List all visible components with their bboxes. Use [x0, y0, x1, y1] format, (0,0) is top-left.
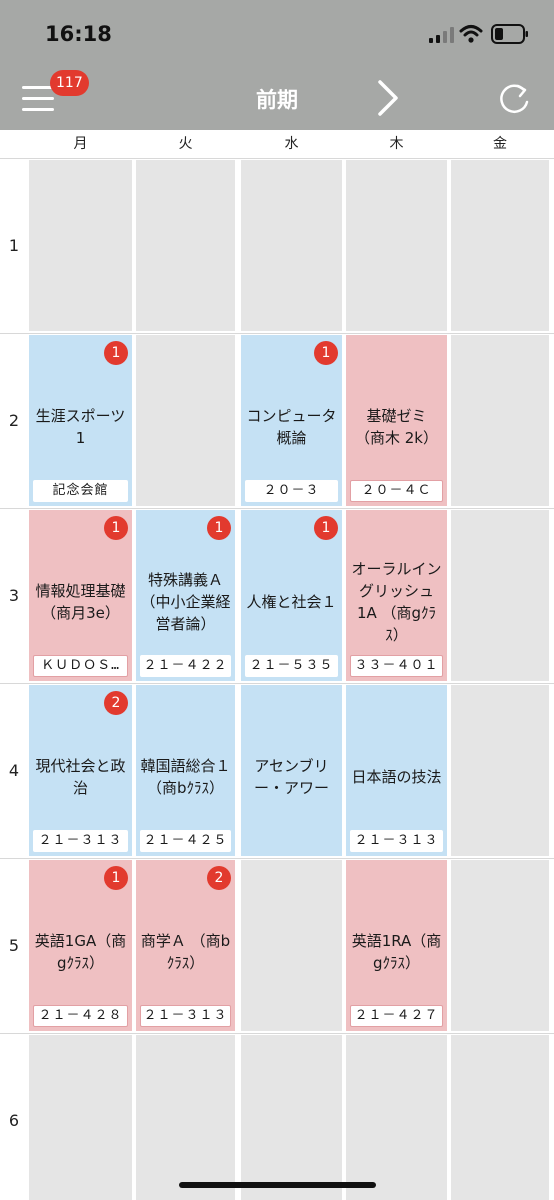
empty-slot[interactable] [136, 1035, 235, 1200]
empty-slot[interactable] [241, 1035, 342, 1200]
empty-slot[interactable] [346, 1035, 447, 1200]
period-label-4: 4 [8, 760, 20, 780]
room-label: ２１－４２２ [140, 655, 231, 677]
empty-slot[interactable] [451, 685, 549, 856]
class-cell[interactable]: コンピュータ概論 ２０－３ 1 [241, 335, 342, 506]
class-name: オーラルイングリッシュ1A （商gｸﾗｽ） [351, 560, 442, 644]
class-cell[interactable]: アセンブリー・アワー [241, 685, 342, 856]
room-label: ２０－３ [245, 480, 338, 502]
empty-slot[interactable] [241, 860, 342, 1031]
period-label-5: 5 [8, 935, 20, 955]
empty-slot[interactable] [346, 160, 447, 331]
room-label: ２１－４２５ [140, 830, 231, 852]
class-name: 情報処理基礎（商月3e） [35, 582, 126, 622]
room-label: ２１－３１３ [33, 830, 128, 852]
day-header-1: 火 [178, 136, 193, 152]
grid-divider [0, 158, 554, 159]
empty-slot[interactable] [136, 335, 235, 506]
empty-slot[interactable] [451, 1035, 549, 1200]
grid-divider [0, 683, 554, 684]
grid-divider [0, 1033, 554, 1034]
hamburger-menu-icon [22, 86, 54, 89]
class-name: 基礎ゼミ （商木 2k） [355, 407, 438, 447]
period-label-2: 2 [8, 410, 20, 430]
battery-icon [491, 24, 528, 44]
notification-count-badge: 2 [104, 691, 128, 715]
class-name: 生涯スポーツ1 [35, 407, 126, 447]
wifi-icon [459, 25, 483, 43]
page-title: 前期 [256, 88, 298, 112]
empty-slot[interactable] [451, 335, 549, 506]
top-bar: 16:18 117 前期 [0, 0, 554, 130]
chevron-right-icon[interactable] [372, 78, 404, 118]
class-cell[interactable]: 人権と社会１ ２１－５３５ 1 [241, 510, 342, 681]
class-cell[interactable]: 情報処理基礎（商月3e） ＫＵＤＯＳ… 1 [29, 510, 132, 681]
day-header-0: 月 [73, 136, 88, 152]
class-name: 英語1RA（商gｸﾗｽ） [351, 932, 442, 972]
class-cell[interactable]: 韓国語総合１（商bｸﾗｽ） ２１－４２５ [136, 685, 235, 856]
empty-slot[interactable] [29, 1035, 132, 1200]
notification-count-badge: 1 [314, 341, 338, 365]
notification-count-badge: 1 [104, 516, 128, 540]
empty-slot[interactable] [451, 860, 549, 1031]
class-cell[interactable]: オーラルイングリッシュ1A （商gｸﾗｽ） ３３－４０１ [346, 510, 447, 681]
class-cell[interactable]: 日本語の技法 ２１－３１３ [346, 685, 447, 856]
notification-count-badge: 1 [104, 866, 128, 890]
class-cell[interactable]: 商学Ａ （商bｸﾗｽ） ２１－３１３ 2 [136, 860, 235, 1031]
room-label: ２１－３１３ [350, 830, 443, 852]
room-label: ３３－４０１ [350, 655, 443, 677]
empty-slot[interactable] [241, 160, 342, 331]
room-label: ２１－４２７ [350, 1005, 443, 1027]
empty-slot[interactable] [29, 160, 132, 331]
empty-slot[interactable] [451, 510, 549, 681]
class-name: コンピュータ概論 [246, 407, 337, 447]
class-cell[interactable]: 基礎ゼミ （商木 2k） ２０－４Ｃ [346, 335, 447, 506]
class-cell[interactable]: 特殊講義Ａ （中小企業経営者論） ２１－４２２ 1 [136, 510, 235, 681]
class-name: 日本語の技法 [351, 768, 442, 786]
period-label-3: 3 [8, 585, 20, 605]
class-cell[interactable]: 英語1RA（商gｸﾗｽ） ２１－４２７ [346, 860, 447, 1031]
status-time: 16:18 [45, 22, 112, 46]
notification-badge: 117 [50, 70, 89, 96]
room-label: 記念会館 [33, 480, 128, 502]
notification-count-badge: 1 [314, 516, 338, 540]
home-indicator [179, 1182, 376, 1188]
cellular-signal-icon [429, 27, 454, 43]
room-label: ２１－３１３ [140, 1005, 231, 1027]
class-cell[interactable]: 現代社会と政治 ２１－３１３ 2 [29, 685, 132, 856]
notification-count-badge: 2 [207, 866, 231, 890]
class-name: アセンブリー・アワー [253, 757, 329, 797]
class-cell[interactable]: 英語1GA（商gｸﾗｽ） ２１－４２８ 1 [29, 860, 132, 1031]
class-name: 商学Ａ （商bｸﾗｽ） [140, 932, 231, 972]
period-label-1: 1 [8, 235, 20, 255]
class-name: 人権と社会１ [246, 593, 337, 611]
class-name: 特殊講義Ａ （中小企業経営者論） [140, 571, 231, 633]
empty-slot[interactable] [136, 160, 235, 331]
room-label: ２０－４Ｃ [350, 480, 443, 502]
period-label-6: 6 [8, 1110, 20, 1130]
refresh-icon[interactable] [494, 78, 534, 118]
notification-count-badge: 1 [207, 516, 231, 540]
empty-slot[interactable] [451, 160, 549, 331]
class-name: 英語1GA（商gｸﾗｽ） [34, 932, 127, 972]
room-label: ２１－４２８ [33, 1005, 128, 1027]
grid-divider [0, 858, 554, 859]
day-header-4: 金 [493, 136, 507, 152]
day-header-2: 水 [284, 136, 299, 152]
notification-count-badge: 1 [104, 341, 128, 365]
room-label: ＫＵＤＯＳ… [33, 655, 128, 677]
grid-divider [0, 508, 554, 509]
grid-divider [0, 333, 554, 334]
class-name: 現代社会と政治 [35, 757, 126, 797]
class-name: 韓国語総合１（商bｸﾗｽ） [140, 757, 231, 797]
day-header-3: 木 [389, 136, 404, 152]
room-label: ２１－５３５ [245, 655, 338, 677]
class-cell[interactable]: 生涯スポーツ1 記念会館 1 [29, 335, 132, 506]
